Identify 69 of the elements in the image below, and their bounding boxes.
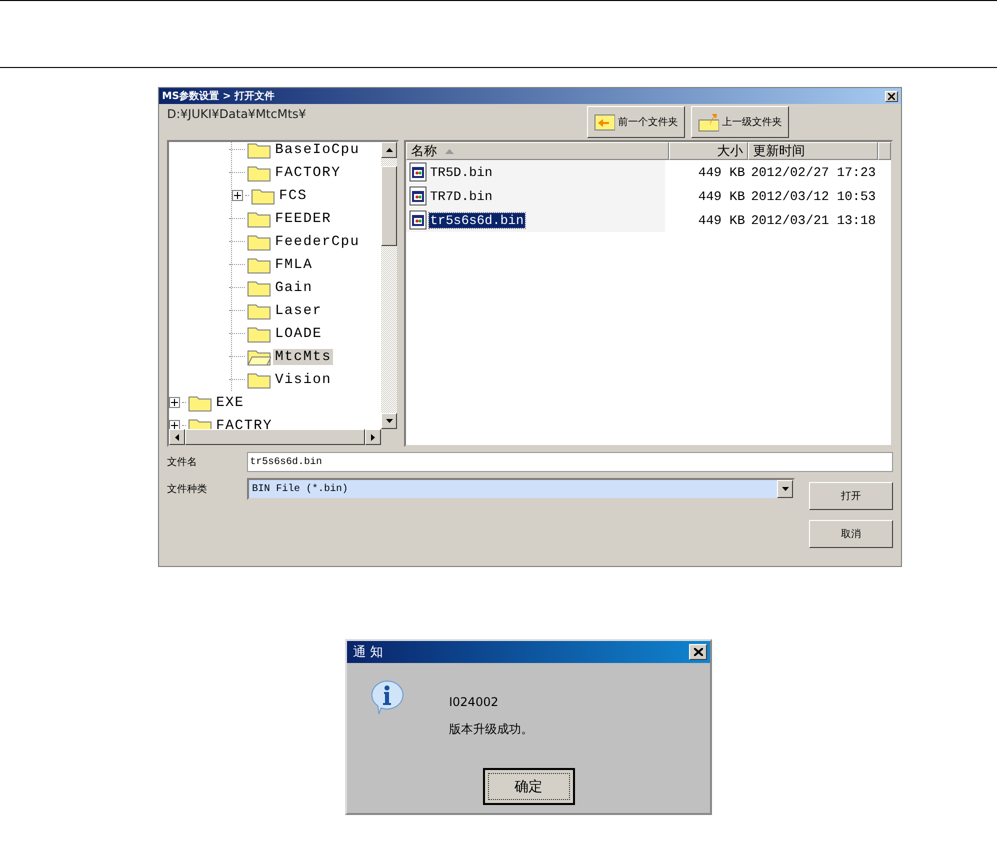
column-header[interactable]: 名称 [406, 142, 669, 160]
left-arrow-icon[interactable] [174, 434, 179, 440]
folder-icon [247, 324, 271, 342]
folder-item[interactable]: FMLA [273, 256, 315, 272]
folder-item[interactable]: EXE [214, 394, 246, 410]
path-label: D:¥JUKI¥Data¥MtcMts¥ [167, 107, 308, 121]
close-button[interactable] [689, 644, 707, 660]
folder-item[interactable]: FCS [277, 188, 310, 204]
folder-icon [247, 210, 271, 228]
down-arrow-icon[interactable] [386, 419, 392, 423]
ok-button[interactable]: 确定 [482, 768, 574, 805]
up-arrow-folder-icon [698, 112, 719, 132]
file-name[interactable]: TR7D.bin [429, 188, 494, 204]
message-code: I024002 [449, 695, 500, 709]
file-name[interactable]: tr5s6s6d.bin [429, 212, 525, 228]
info-icon [369, 679, 405, 715]
toolbar-button[interactable]: 前一个文件夹 [587, 106, 685, 138]
folder-icon [247, 256, 271, 274]
file-size: 449 KB [697, 188, 746, 204]
close-button[interactable] [885, 90, 898, 102]
folder-icon [251, 186, 275, 204]
modified-time: 2012/03/12 10:53 [751, 188, 876, 204]
folder-icon [247, 164, 271, 182]
folder-item[interactable]: FEEDER [273, 210, 334, 226]
dropdown-arrow-icon[interactable] [782, 487, 788, 491]
folder-icon [247, 232, 271, 250]
folder-icon [247, 278, 271, 296]
modified-time: 2012/03/21 13:18 [751, 212, 876, 228]
folder-item[interactable]: FeederCpu [273, 234, 362, 250]
folder-icon [247, 142, 271, 158]
file-type-dropdown[interactable]: BIN File (*.bin) [247, 478, 795, 500]
field-label: 文件种类 [167, 482, 208, 496]
up-arrow-icon[interactable] [386, 148, 392, 152]
folder-icon [247, 370, 271, 388]
vertical-scrollbar[interactable] [381, 142, 397, 429]
expand-icon[interactable] [169, 397, 180, 408]
close-icon[interactable] [694, 648, 702, 656]
expand-icon[interactable] [232, 190, 243, 201]
toolbar-button[interactable]: 上一级文件夹 [691, 106, 789, 138]
dialog-button[interactable]: 取消 [809, 520, 893, 548]
modified-time: 2012/02/27 17:23 [751, 164, 876, 180]
folder-icon [188, 394, 212, 412]
folder-item[interactable]: MtcMts [273, 348, 334, 364]
folder-item[interactable]: Gain [273, 280, 315, 296]
folder-item[interactable]: FACTORY [273, 164, 343, 180]
folder-icon [247, 302, 271, 320]
field-label: 文件名 [167, 456, 198, 469]
folder-icon [247, 348, 271, 366]
file-name-field[interactable]: tr5s6s6d.bin [247, 452, 893, 472]
back-arrow-folder-icon [594, 113, 615, 131]
folder-item[interactable]: FACTRY [214, 418, 274, 429]
window-title: 通 知 [353, 644, 384, 661]
folder-item[interactable]: LOADE [273, 326, 324, 342]
expand-icon[interactable] [169, 420, 180, 429]
window-title: MS参数设置 > 打开文件 [162, 90, 274, 103]
column-header[interactable]: 大小 [669, 142, 748, 160]
horizontal-scrollbar[interactable] [169, 429, 397, 445]
right-arrow-icon[interactable] [371, 434, 376, 440]
close-icon[interactable] [888, 92, 895, 100]
dialog-button[interactable]: 打开 [809, 482, 893, 510]
file-size: 449 KB [697, 212, 746, 228]
column-header[interactable]: 更新时间 [748, 142, 878, 160]
folder-item[interactable]: Laser [273, 302, 324, 318]
file-name[interactable]: TR5D.bin [429, 164, 494, 180]
folder-item[interactable]: Vision [273, 372, 334, 388]
sort-arrow-icon [445, 148, 454, 154]
file-size: 449 KB [697, 164, 746, 180]
folder-item[interactable]: BaseIoCpu [273, 142, 362, 158]
message-text: 版本升级成功。 [449, 721, 533, 738]
